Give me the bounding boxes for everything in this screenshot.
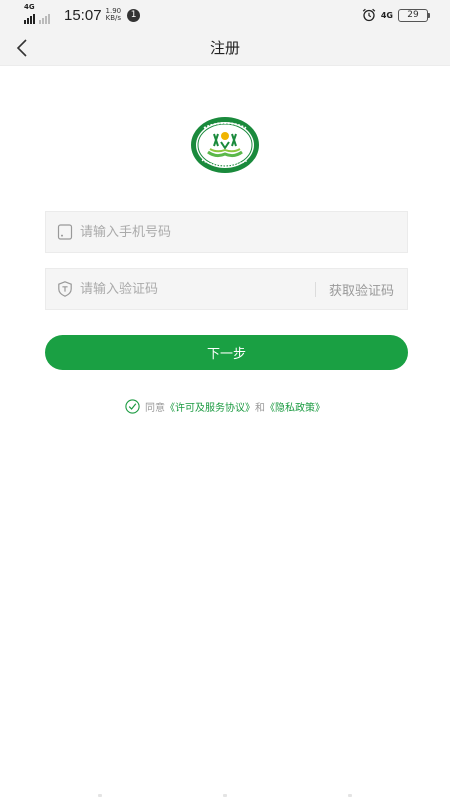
phone-input[interactable] (80, 212, 407, 252)
battery-icon: 29 (398, 8, 430, 22)
alarm-clock-icon (362, 8, 376, 22)
battery-level: 29 (407, 10, 419, 20)
signal-strength-icon (24, 13, 50, 24)
nav-header: 注册 (0, 30, 450, 66)
network-speed: 1.90 KB/s (106, 8, 122, 22)
agreement-row: 同意 《许可及服务协议》 和 《隐私政策》 (0, 399, 450, 414)
phone-field[interactable] (45, 211, 408, 253)
status-right: 4G 29 (362, 7, 430, 23)
nav-hint-center (223, 794, 227, 797)
college-emblem-logo (191, 117, 259, 173)
shield-icon (58, 281, 72, 297)
nav-hint-right (348, 794, 352, 797)
verification-code-field[interactable]: 获取验证码 (45, 268, 408, 310)
status-bar: 4G 15:07 1.90 KB/s 1 4G 29 (0, 0, 450, 30)
verification-code-input[interactable] (80, 269, 315, 309)
agreement-conjunction: 和 (255, 403, 265, 414)
status-left: 4G 15:07 1.90 KB/s 1 (24, 3, 141, 25)
clock: 15:07 (64, 6, 102, 24)
network-speed-unit: KB/s (105, 14, 122, 22)
agreement-checkbox-checked-icon[interactable] (125, 399, 140, 414)
phone-icon (57, 224, 73, 240)
get-code-button[interactable]: 获取验证码 (316, 280, 407, 299)
page-title: 注册 (209, 39, 240, 57)
nav-hint-left (98, 794, 102, 797)
agreement-prefix: 同意 (145, 403, 165, 414)
network-type-label: 4G (24, 3, 35, 11)
next-step-button[interactable]: 下一步 (45, 335, 408, 370)
privacy-policy-link[interactable]: 《隐私政策》 (265, 399, 325, 414)
network-type-right: 4G (380, 10, 393, 20)
notification-badge: 1 (127, 8, 141, 22)
license-agreement-link[interactable]: 《许可及服务协议》 (165, 399, 255, 414)
